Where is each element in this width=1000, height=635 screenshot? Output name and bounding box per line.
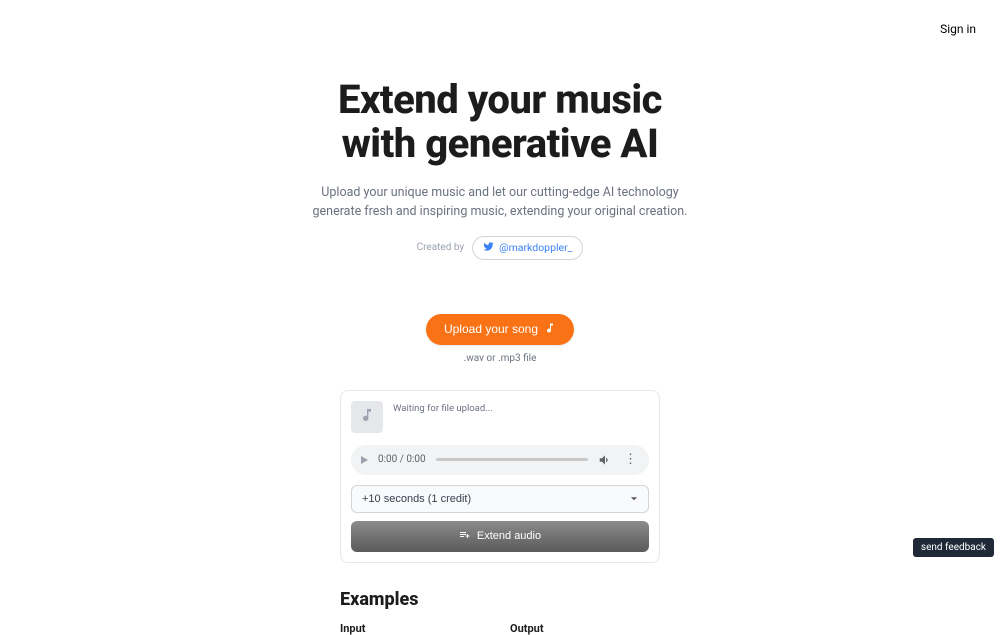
title-line-2: with generative AI [342,120,659,167]
time-display: 0:00 / 0:00 [378,454,426,465]
volume-icon[interactable] [598,453,612,467]
upload-button[interactable]: Upload your song [426,314,574,345]
seek-slider[interactable] [436,458,588,461]
page-title: Extend your music with generative AI [170,78,830,166]
send-feedback-button[interactable]: send feedback [913,538,994,557]
playlist-add-icon [459,529,471,544]
track-thumbnail [351,401,383,433]
upload-button-label: Upload your song [444,322,538,336]
example-input-label: Input [340,622,490,635]
extend-audio-button[interactable]: Extend audio [351,521,649,552]
twitter-link[interactable]: @markdoppler_ [472,236,583,260]
created-by-label: Created by [417,242,465,253]
extend-button-label: Extend audio [477,530,541,542]
audio-player[interactable]: 0:00 / 0:00 ⋮ [351,445,649,475]
signin-link[interactable]: Sign in [940,22,976,36]
kebab-menu-icon[interactable]: ⋮ [622,453,639,466]
twitter-handle: @markdoppler_ [499,241,572,254]
play-icon[interactable] [361,456,368,464]
example-output-label: Output [510,622,660,635]
subtitle: Upload your unique music and let our cut… [300,184,700,222]
player-card: Waiting for file upload... 0:00 / 0:00 ⋮… [340,390,660,563]
title-line-1: Extend your music [338,76,662,123]
examples-section: Examples Input Output [340,589,660,635]
examples-heading: Examples [340,589,660,610]
music-note-icon [359,407,375,427]
duration-select[interactable]: +10 seconds (1 credit) [351,485,649,513]
created-by-row: Created by @markdoppler_ [170,236,830,260]
music-note-icon [544,322,556,337]
twitter-icon [483,241,494,255]
upload-status: Waiting for file upload... [393,401,493,414]
upload-hint: .wav or .mp3 file [170,353,830,364]
